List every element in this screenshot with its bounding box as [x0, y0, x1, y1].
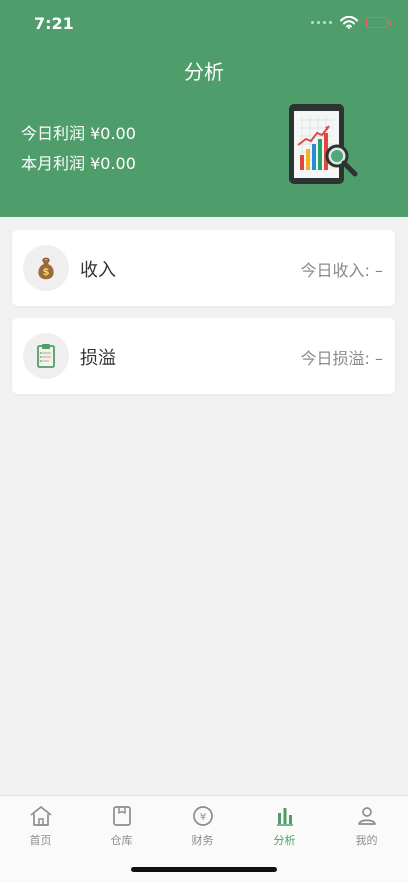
profit-loss-value: 今日损溢: –	[300, 349, 383, 368]
profit-summary: 今日利润 ¥0.00 本月利润 ¥0.00	[21, 119, 136, 179]
analysis-tablet-illustration	[289, 104, 358, 184]
tab-analysis-label: 分析	[273, 834, 296, 847]
tab-home[interactable]: 首页	[0, 804, 81, 854]
warehouse-icon	[112, 806, 131, 826]
income-value: 今日收入: –	[300, 261, 383, 280]
status-time: 7:21	[34, 14, 74, 33]
status-bar: 7:21	[0, 0, 408, 48]
tab-profile[interactable]: 我的	[326, 804, 407, 854]
svg-text:¥: ¥	[199, 812, 205, 823]
tab-finance-label: 财务	[191, 834, 214, 847]
tab-home-label: 首页	[29, 834, 52, 847]
tab-profile-label: 我的	[355, 834, 378, 847]
month-profit: 本月利润 ¥0.00	[21, 154, 136, 173]
home-indicator	[131, 867, 277, 872]
income-card[interactable]: $ 收入 今日收入: –	[12, 230, 395, 306]
home-icon	[29, 806, 52, 826]
profit-loss-card[interactable]: 损溢 今日损溢: –	[12, 318, 395, 394]
today-profit: 今日利润 ¥0.00	[21, 124, 136, 143]
header: 7:21 分析 今日利润 ¥0.00 本月利润 ¥0.00	[0, 0, 408, 217]
tab-warehouse-label: 仓库	[110, 834, 133, 847]
tab-analysis[interactable]: 分析	[244, 804, 325, 854]
page-title: 分析	[184, 60, 224, 84]
profile-icon	[357, 807, 376, 825]
finance-icon: ¥	[192, 806, 213, 826]
wifi-icon	[340, 16, 358, 29]
profit-loss-title: 损溢	[80, 348, 116, 369]
signal-strength-icon	[311, 21, 332, 24]
income-title: 收入	[80, 260, 116, 281]
clipboard-icon	[23, 333, 69, 379]
status-right	[311, 16, 391, 29]
tab-warehouse[interactable]: 仓库	[81, 804, 162, 854]
svg-text:$: $	[43, 267, 50, 278]
battery-icon	[366, 17, 391, 28]
tab-finance[interactable]: ¥ 财务	[162, 804, 243, 854]
money-bag-icon: $	[23, 245, 69, 291]
analysis-icon	[276, 808, 293, 826]
